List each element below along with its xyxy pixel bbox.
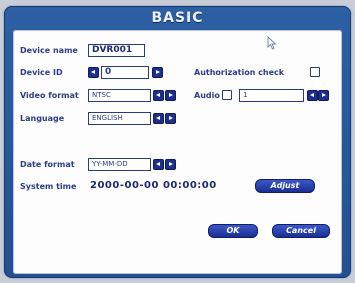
cancel-button[interactable]: Cancel [272,224,330,238]
mouse-pointer-icon [267,36,277,50]
authorization-checkbox[interactable] [310,67,320,77]
audio-prev-icon[interactable] [307,90,318,101]
device-name-label: Device name [20,46,78,55]
audio-channel-field[interactable]: 1 [239,89,304,102]
date-format-field[interactable]: YY-MM-DD [88,158,151,171]
language-field[interactable]: ENGLISH [88,112,151,125]
device-id-label: Device ID [20,68,63,77]
language-next-icon[interactable] [165,113,176,124]
video-format-prev-icon[interactable] [153,90,164,101]
window-title: BASIC [151,10,204,26]
video-format-next-icon[interactable] [165,90,176,101]
audio-label: Audio [194,91,220,100]
audio-next-icon[interactable] [318,90,329,101]
date-format-prev-icon[interactable] [153,159,164,170]
device-name-field[interactable]: DVR001 [88,44,145,57]
adjust-button[interactable]: Adjust [255,179,315,193]
date-format-next-icon[interactable] [165,159,176,170]
basic-settings-window: BASIC Device name DVR001 Device ID 0 Aut… [4,6,351,278]
system-time-label: System time [20,182,77,191]
authorization-check-label: Authorization check [194,68,285,77]
system-time-value[interactable]: 2000-00-00 00:00:00 [90,180,217,191]
audio-checkbox[interactable] [222,90,232,100]
device-id-decrease-icon[interactable] [88,67,99,78]
date-format-label: Date format [20,160,75,169]
language-label: Language [20,114,65,123]
video-format-label: Video format [20,91,79,100]
device-id-increase-icon[interactable] [152,67,163,78]
settings-panel: Device name DVR001 Device ID 0 Authoriza… [13,30,342,274]
language-prev-icon[interactable] [153,113,164,124]
ok-button[interactable]: OK [208,224,258,238]
device-id-field[interactable]: 0 [101,66,149,79]
video-format-field[interactable]: NTSC [88,89,151,102]
